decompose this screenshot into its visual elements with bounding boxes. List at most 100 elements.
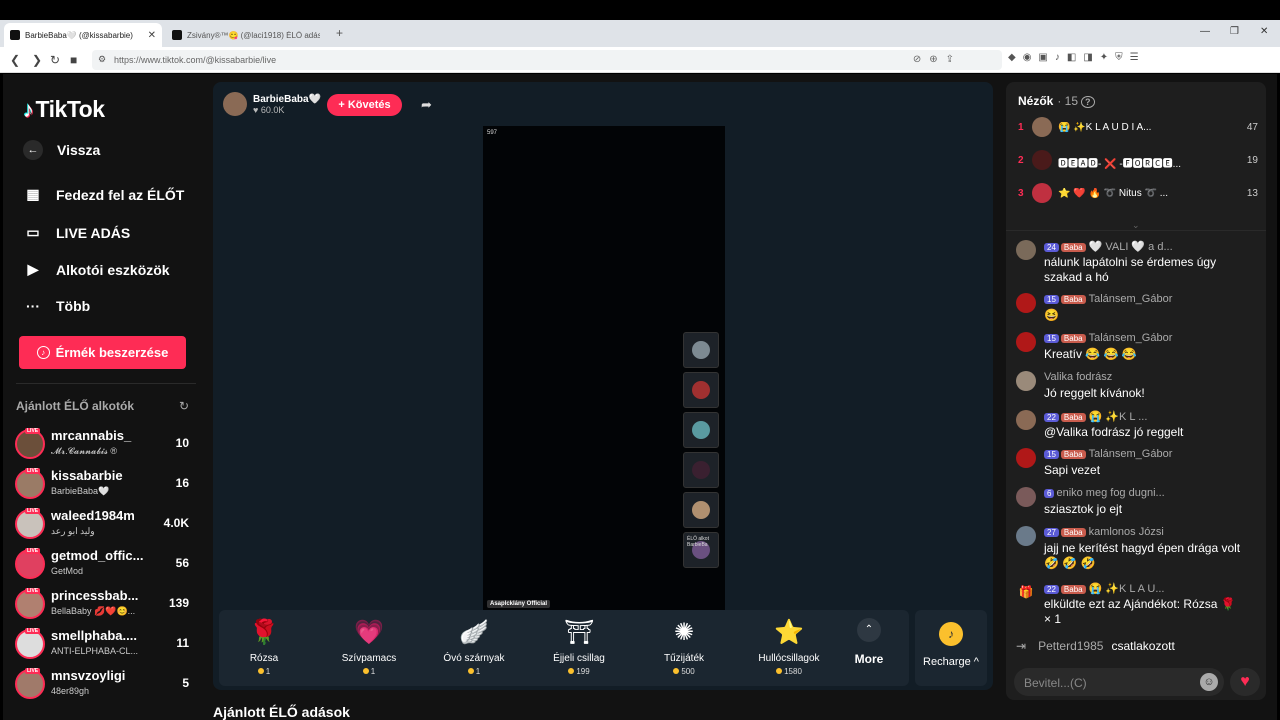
tab-active[interactable]: BarbieBaba🤍 (@kissabarbie) ✕	[4, 23, 162, 47]
tiktok-favicon-icon	[172, 30, 182, 40]
creator-item[interactable]: LIVE getmod_offic... GetMod 56	[15, 546, 195, 584]
back-arrow-icon[interactable]: ❮	[10, 53, 20, 67]
gift-price: 1	[429, 667, 519, 676]
creator-nickname: GetMod	[51, 566, 84, 576]
guest-slot[interactable]	[683, 332, 719, 368]
recharge-button[interactable]: ♪ Recharge ^	[915, 610, 987, 686]
guest-slot[interactable]: ÉLŐ alkot BarbieBa	[683, 532, 719, 568]
video-caption-tag: Asaplcklány Official	[487, 600, 551, 608]
nav-creator-tools[interactable]: ▶ Alkotói eszközök	[23, 261, 170, 278]
recommended-live-title: Ajánlott ÉLŐ adások	[213, 704, 350, 720]
more-gifts-button[interactable]: ⌃ More	[839, 618, 899, 666]
chat-text: nálunk lapátolni se érdemes úgy szakad a…	[1044, 255, 1217, 284]
creator-viewers: 139	[168, 596, 189, 610]
guest-slot[interactable]	[683, 492, 719, 528]
creator-item[interactable]: LIVE smellphaba.... ANTI-ELPHABA-CL... 1…	[15, 626, 195, 664]
sidebar-divider	[16, 383, 196, 384]
viewer-score: 13	[1246, 188, 1258, 199]
tiktok-note-icon: ♪	[23, 96, 34, 122]
creator-viewers: 11	[176, 636, 189, 650]
emoji-icon[interactable]: ☺	[1200, 673, 1218, 691]
avatar	[1032, 183, 1052, 203]
close-window-icon[interactable]: ✕	[1260, 26, 1268, 37]
creator-item[interactable]: LIVE princessbab... BellaBaby 💋❤️😊... 13…	[15, 586, 195, 624]
guest-slot[interactable]	[683, 452, 719, 488]
top-viewer-row[interactable]: 3 ⭐ ❤️ 🔥 ➰ Nitus ➰ ... 13	[1016, 182, 1258, 206]
refresh-icon[interactable]: ↻	[179, 399, 189, 413]
top-viewer-row[interactable]: 1 😭 ✨K L A U D I A... 47	[1016, 116, 1258, 140]
gift-item[interactable]: 🌹 Rózsa 1	[219, 610, 309, 686]
url-field[interactable]: ⚙ https://www.tiktok.com/@kissabarbie/li…	[92, 50, 1002, 70]
gift-item[interactable]: ⭐ Hullócsillagok 1580	[744, 610, 834, 686]
gift-item[interactable]: 💗 Szívpamacs 1	[324, 610, 414, 686]
guest-slot[interactable]	[683, 372, 719, 408]
chat-text: Jó reggelt kívánok!	[1044, 386, 1145, 400]
arrow-left-icon: ←	[23, 140, 43, 160]
reload-icon[interactable]: ↻	[50, 53, 60, 67]
gift-name: Óvó szárnyak	[443, 653, 505, 664]
viewers-header[interactable]: Nézők · 15?	[1018, 94, 1095, 108]
host-likes: ♥ 60.0K	[253, 104, 285, 115]
chat-text: Sapi vezet	[1044, 463, 1101, 477]
coin-icon	[467, 668, 474, 674]
live-stream-panel: BarbieBaba🤍 ♥ 60.0K + Követés ➦ 597 Asap…	[213, 82, 993, 690]
creator-name: princessbab...	[51, 588, 139, 603]
chevron-up-icon: ⌃	[857, 618, 881, 642]
tiktok-logo[interactable]: ♪ TikTok	[23, 96, 105, 123]
tab-title: BarbieBaba🤍 (@kissabarbie)	[25, 30, 133, 40]
forward-arrow-icon[interactable]: ❯	[32, 53, 42, 67]
tiktok-coin-icon: ♪	[939, 622, 963, 646]
creator-nickname: وليد ابو رعد	[51, 526, 95, 536]
gift-item[interactable]: ⛩ Éjjeli csillag 199	[534, 610, 624, 686]
avatar	[1032, 150, 1052, 170]
chat-input[interactable]: Bevitel...(C) ☺	[1014, 668, 1224, 696]
restore-icon[interactable]: ❐	[1230, 26, 1239, 37]
share-icon[interactable]: ➦	[421, 97, 432, 113]
nav-explore-live[interactable]: ▦ Fedezd fel az ÉLŐT	[23, 186, 184, 203]
host-info[interactable]: BarbieBaba🤍 ♥ 60.0K	[223, 92, 321, 116]
sidebar: ♪ TikTok ← Vissza ▦ Fedezd fel az ÉLŐT ▭…	[3, 74, 208, 720]
avatar	[1016, 526, 1036, 546]
gift-price: 1	[324, 667, 414, 676]
top-viewer-row[interactable]: 2 🅳🅴🅰🅳- ❌ -🅵🅾🆁🅲🅴... 19	[1016, 149, 1258, 173]
gift-name: Hullócsillagok	[758, 653, 820, 664]
back-button[interactable]: ← Vissza	[23, 140, 100, 160]
url-action-icons[interactable]: ⊘⊕⇪	[913, 54, 962, 65]
gift-item[interactable]: ✺ Tűzijáték 500	[639, 610, 729, 686]
video-icon: ▭	[26, 224, 40, 240]
extension-icons[interactable]: ◆◉▣♪◧◨✦⛨☰	[1008, 52, 1146, 63]
minimize-icon[interactable]: —	[1200, 26, 1210, 37]
creator-item[interactable]: LIVE mrcannabis_ 𝓜𝓻.𝓒𝓪𝓷𝓷𝓪𝓫𝓲𝓼 ® 10	[15, 426, 195, 464]
creator-nickname: 48er89gh	[51, 686, 90, 696]
fireworks-icon: ✺	[673, 619, 695, 646]
gift-price: 500	[639, 667, 729, 676]
avatar	[692, 461, 710, 479]
info-icon[interactable]: ?	[1081, 96, 1095, 108]
gift-item[interactable]: 🪽 Óvó szárnyak 1	[429, 610, 519, 686]
get-coins-button[interactable]: ♪ Érmék beszerzése	[19, 336, 186, 369]
creator-nickname: BellaBaby 💋❤️😊...	[51, 606, 136, 616]
guest-slot[interactable]	[683, 412, 719, 448]
gift-name: Szívpamacs	[341, 653, 397, 664]
joined-user[interactable]: Petterd1985	[1038, 639, 1103, 653]
nav-more[interactable]: ··· Több	[23, 298, 90, 314]
creator-item[interactable]: LIVE mnsvzoyligi 48er89gh 5	[15, 666, 195, 704]
tab-close-icon[interactable]: ✕	[148, 30, 156, 41]
follow-button[interactable]: + Követés	[327, 94, 402, 116]
creator-viewers: 56	[175, 556, 189, 570]
creator-item[interactable]: LIVE waleed1984m وليد ابو رعد 4.0K	[15, 506, 195, 544]
screen-top-bar	[0, 0, 1280, 20]
avatar	[1032, 117, 1052, 137]
tab-inactive[interactable]: Zsivány®™😋 (@laci1918) ÉLŐ adás	[166, 23, 326, 47]
recharge-label: Recharge ^	[923, 656, 979, 668]
avatar	[692, 341, 710, 359]
new-tab-button[interactable]: +	[336, 26, 343, 40]
site-info-icon[interactable]: ⚙	[98, 54, 106, 65]
chat-header: 15 Baba Talánsem_Gábor	[1044, 332, 1172, 344]
bookmark-icon[interactable]: ■	[70, 53, 77, 67]
creator-item[interactable]: LIVE kissabarbie BarbieBaba🤍 16	[15, 466, 195, 504]
viewer-name: 🅳🅴🅰🅳- ❌ -🅵🅾🆁🅲🅴...	[1058, 159, 1182, 170]
more-icon: ···	[26, 298, 40, 314]
nav-go-live[interactable]: ▭ LIVE ADÁS	[23, 224, 130, 241]
like-heart-button[interactable]: ♥	[1230, 668, 1260, 696]
